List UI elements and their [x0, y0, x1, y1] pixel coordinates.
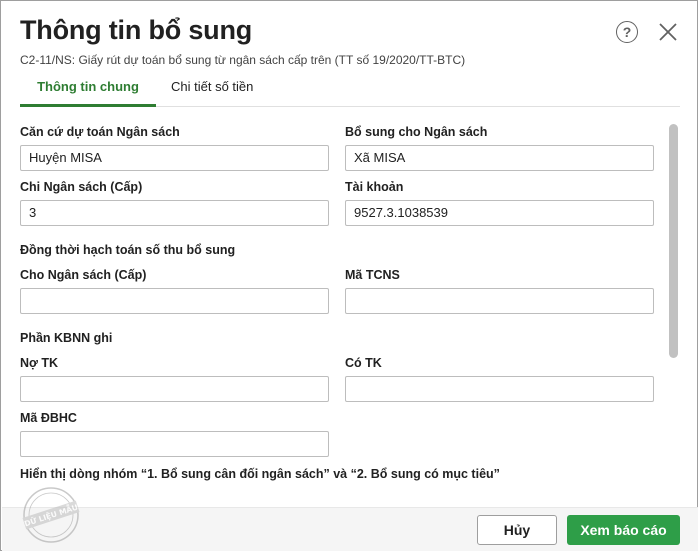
- chi-ns-label: Chi Ngân sách (Cấp): [20, 180, 143, 194]
- close-icon[interactable]: [657, 21, 679, 43]
- cho-ns-input[interactable]: [20, 288, 329, 314]
- dong-thoi-heading: Đồng thời hạch toán số thu bổ sung: [20, 243, 236, 257]
- co-tk-input[interactable]: [345, 376, 654, 402]
- sample-data-stamp: DỮ LIỆU MẪU: [22, 487, 80, 543]
- tai-khoan-label: Tài khoản: [345, 180, 404, 194]
- phan-kbnn-heading: Phần KBNN ghi: [20, 331, 113, 345]
- cho-ns-label: Cho Ngân sách (Cấp): [20, 268, 147, 282]
- dialog: Thông tin bổ sung C2-11/NS: Giấy rút dự …: [0, 0, 698, 551]
- dialog-subtitle: C2-11/NS: Giấy rút dự toán bổ sung từ ng…: [20, 53, 466, 67]
- tab-bar: Thông tin chung Chi tiết số tiền: [20, 75, 680, 107]
- hien-thi-heading: Hiển thị dòng nhóm “1. Bổ sung cân đối n…: [20, 467, 500, 481]
- no-tk-input[interactable]: [20, 376, 329, 402]
- tab-chi-tiet-so-tien[interactable]: Chi tiết số tiền: [171, 75, 253, 107]
- ma-dbhc-input[interactable]: [20, 431, 329, 457]
- can-cu-label: Căn cứ dự toán Ngân sách: [20, 125, 180, 139]
- chi-ns-input[interactable]: 3: [20, 200, 329, 226]
- help-icon[interactable]: ?: [616, 21, 638, 43]
- view-report-button[interactable]: Xem báo cáo: [567, 515, 680, 545]
- vertical-scrollbar[interactable]: [669, 124, 679, 493]
- bo-sung-label: Bổ sung cho Ngân sách: [345, 125, 488, 139]
- co-tk-label: Có TK: [345, 356, 382, 370]
- dialog-title: Thông tin bổ sung: [20, 15, 253, 45]
- tab-thong-tin-chung[interactable]: Thông tin chung: [20, 75, 156, 107]
- scroll-thumb[interactable]: [669, 124, 678, 358]
- no-tk-label: Nợ TK: [20, 356, 59, 370]
- can-cu-input[interactable]: Huyện MISA: [20, 145, 329, 171]
- bo-sung-input[interactable]: Xã MISA: [345, 145, 654, 171]
- ma-dbhc-label: Mã ĐBHC: [20, 411, 77, 425]
- ma-tcns-input[interactable]: [345, 288, 654, 314]
- cancel-button[interactable]: Hủy: [477, 515, 557, 545]
- form-content: Căn cứ dự toán Ngân sách Huyện MISA Bổ s…: [1, 109, 669, 493]
- tai-khoan-input[interactable]: 9527.3.1038539: [345, 200, 654, 226]
- ma-tcns-label: Mã TCNS: [345, 268, 400, 282]
